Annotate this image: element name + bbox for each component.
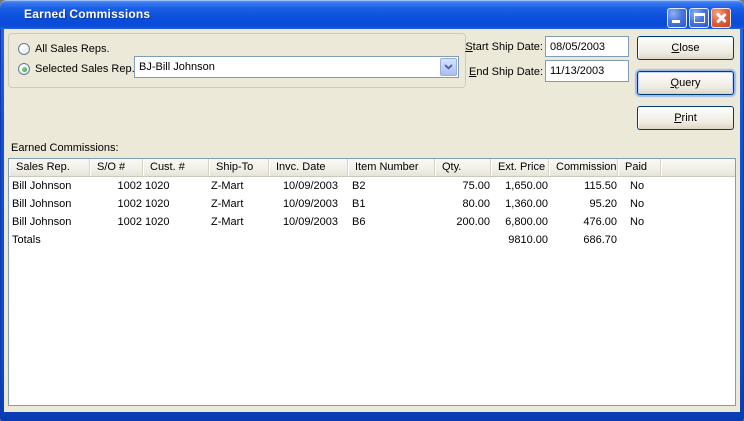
start-ship-date-input[interactable] <box>545 36 629 57</box>
table-row[interactable]: Bill Johnson 1002 1020 Z-Mart 10/09/2003 B6 20… <box>9 213 735 231</box>
commission-table-header: Sales Rep. S/O # Cust. # Ship-To Invc. Date I… <box>9 159 735 177</box>
table-cell <box>143 231 209 249</box>
maximize-icon <box>694 13 705 23</box>
table-cell: B2 <box>352 180 366 192</box>
radio-selected-label: Selected Sales Rep. <box>35 63 135 75</box>
table-cell: 1002 <box>117 198 142 210</box>
commissions-list-label: Earned Commissions: <box>11 142 119 154</box>
dialog-body: All Sales Reps. Selected Sales Rep. BJ-B… <box>4 29 740 412</box>
table-cell: 200.00 <box>456 216 490 228</box>
table-cell: No <box>630 216 645 228</box>
table-cell: 686.70 <box>583 234 617 246</box>
radio-unselected-icon <box>18 43 30 55</box>
table-cell: Totals <box>12 234 41 246</box>
table-cell: 1,360.00 <box>505 198 548 210</box>
column-header-filler <box>661 159 735 176</box>
column-header-item-number[interactable]: Item Number <box>348 159 435 176</box>
table-cell: B1 <box>352 198 366 210</box>
column-header-commission[interactable]: Commission <box>549 159 618 176</box>
table-cell: 1002 <box>117 180 142 192</box>
minimize-button[interactable] <box>667 8 687 28</box>
table-cell: 80.00 <box>462 198 490 210</box>
table-cell <box>209 231 269 249</box>
table-cell: 10/09/2003 <box>282 216 338 228</box>
sales-rep-dropdown[interactable]: BJ-Bill Johnson <box>134 56 459 78</box>
radio-all-sales-reps[interactable]: All Sales Reps. <box>18 42 110 56</box>
maximize-button[interactable] <box>689 8 709 28</box>
column-header-cust[interactable]: Cust. # <box>143 159 209 176</box>
table-row[interactable]: Bill Johnson 1002 1020 Z-Mart 10/09/2003 B2 75… <box>9 177 735 195</box>
table-cell <box>269 231 348 249</box>
table-cell: No <box>630 180 645 192</box>
close-icon <box>712 9 730 27</box>
table-cell: 1020 <box>145 180 170 192</box>
table-cell: 1,650.00 <box>505 180 548 192</box>
totals-row[interactable]: Totals 9810.00 686.70 <box>9 231 735 249</box>
column-header-qty[interactable]: Qty. <box>435 159 491 176</box>
table-cell: Z-Mart <box>211 180 244 192</box>
query-button[interactable]: Query <box>637 71 734 95</box>
column-header-ext-price[interactable]: Ext. Price <box>491 159 549 176</box>
radio-selected-icon <box>18 63 30 75</box>
sales-rep-dropdown-value: BJ-Bill Johnson <box>139 61 215 73</box>
close-window-button[interactable] <box>711 8 731 28</box>
column-header-s-o[interactable]: S/O # <box>90 159 143 176</box>
table-cell: 75.00 <box>462 180 490 192</box>
table-cell <box>348 231 435 249</box>
table-cell: 10/09/2003 <box>282 198 338 210</box>
title-bar[interactable]: Earned Commissions <box>0 0 744 29</box>
close-button[interactable]: Close <box>637 36 734 60</box>
column-header-invc-date[interactable]: Invc. Date <box>269 159 348 176</box>
table-cell: 1020 <box>145 216 170 228</box>
table-cell: 10/09/2003 <box>282 180 338 192</box>
end-ship-date-label: End Ship Date: <box>469 66 543 78</box>
radio-all-label: All Sales Reps. <box>35 43 110 55</box>
table-cell: Bill Johnson <box>12 216 72 228</box>
table-cell <box>618 231 661 249</box>
table-cell: 115.50 <box>584 180 617 192</box>
end-ship-date-input[interactable] <box>545 60 629 82</box>
column-header-paid[interactable]: Paid <box>618 159 661 176</box>
table-cell: 9810.00 <box>508 234 548 246</box>
table-cell: Z-Mart <box>211 198 244 210</box>
minimize-icon <box>672 20 680 23</box>
table-cell: Bill Johnson <box>12 198 72 210</box>
table-cell <box>90 231 143 249</box>
start-ship-date-label: Start Ship Date: <box>465 41 543 53</box>
column-header-ship-to[interactable]: Ship-To <box>209 159 269 176</box>
table-cell: B6 <box>352 216 366 228</box>
table-cell: 6,800.00 <box>505 216 548 228</box>
table-cell <box>435 231 491 249</box>
window-controls <box>667 8 731 28</box>
table-cell: 476.00 <box>583 216 617 228</box>
table-row[interactable]: Bill Johnson 1002 1020 Z-Mart 10/09/2003 B1 80… <box>9 195 735 213</box>
table-cell: 95.20 <box>589 198 617 210</box>
commission-table-body: Bill Johnson 1002 1020 Z-Mart 10/09/2003 B2 75… <box>9 177 735 249</box>
table-cell: 1002 <box>117 216 142 228</box>
earned-commissions-window: Earned Commissions All Sales Reps. Selec… <box>0 0 744 421</box>
window-title: Earned Commissions <box>24 7 151 21</box>
table-cell: No <box>630 198 645 210</box>
print-button[interactable]: Print <box>637 106 734 130</box>
table-cell: Z-Mart <box>211 216 244 228</box>
table-cell: 1020 <box>145 198 170 210</box>
radio-selected-sales-rep[interactable]: Selected Sales Rep. <box>18 62 135 76</box>
commissions-listview: Sales Rep. S/O # Cust. # Ship-To Invc. Date I… <box>8 158 736 406</box>
table-cell: Bill Johnson <box>12 180 72 192</box>
column-header-sales-rep[interactable]: Sales Rep. <box>9 159 90 176</box>
